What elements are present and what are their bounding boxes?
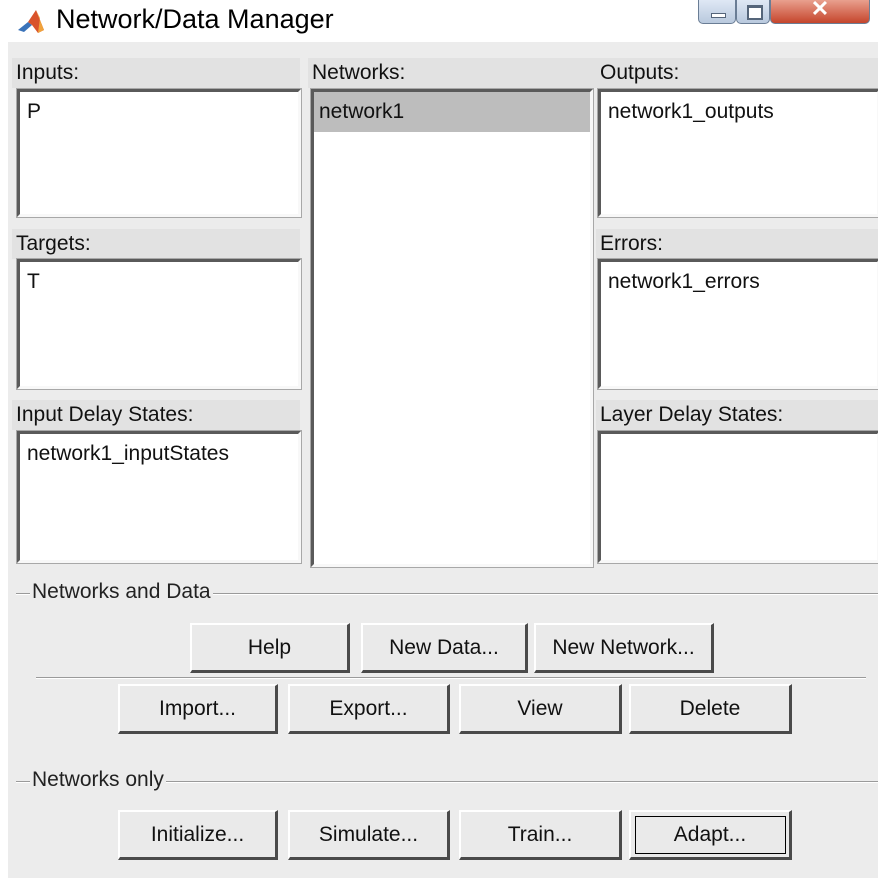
layer-delay-states-label: Layer Delay States: bbox=[596, 400, 878, 430]
inputs-label: Inputs: bbox=[12, 58, 300, 88]
errors-item[interactable]: network1_errors bbox=[608, 270, 760, 294]
networks-and-data-label: Networks and Data bbox=[30, 580, 213, 604]
networks-label: Networks: bbox=[308, 58, 596, 88]
targets-listbox[interactable]: T bbox=[17, 259, 301, 389]
networks-item-selected[interactable]: network1 bbox=[314, 92, 590, 132]
networks-listbox[interactable]: network1 bbox=[311, 89, 593, 567]
networks-only-label: Networks only bbox=[30, 768, 166, 792]
minimize-button[interactable] bbox=[698, 0, 736, 24]
close-icon: ✕ bbox=[810, 0, 830, 21]
export-button[interactable]: Export... bbox=[288, 684, 450, 734]
close-button[interactable]: ✕ bbox=[770, 0, 870, 24]
train-button[interactable]: Train... bbox=[459, 810, 622, 860]
errors-label: Errors: bbox=[596, 229, 878, 259]
input-delay-states-listbox[interactable]: network1_inputStates bbox=[17, 431, 301, 563]
outputs-item[interactable]: network1_outputs bbox=[608, 100, 774, 124]
simulate-button[interactable]: Simulate... bbox=[288, 810, 450, 860]
maximize-button[interactable] bbox=[736, 0, 770, 24]
input-delay-states-label: Input Delay States: bbox=[12, 400, 300, 430]
view-button[interactable]: View bbox=[459, 684, 622, 734]
targets-item[interactable]: T bbox=[27, 270, 40, 294]
new-network-button[interactable]: New Network... bbox=[534, 623, 714, 673]
adapt-button[interactable]: Adapt... bbox=[629, 810, 792, 860]
targets-label: Targets: bbox=[12, 229, 300, 259]
new-data-button[interactable]: New Data... bbox=[361, 623, 528, 673]
inputs-listbox[interactable]: P bbox=[17, 89, 301, 217]
outputs-listbox[interactable]: network1_outputs bbox=[598, 89, 878, 217]
import-button[interactable]: Import... bbox=[118, 684, 278, 734]
title-bar: Network/Data Manager ✕ bbox=[0, 0, 878, 42]
delete-button[interactable]: Delete bbox=[629, 684, 792, 734]
inputs-item[interactable]: P bbox=[27, 100, 41, 124]
window-title: Network/Data Manager bbox=[56, 4, 334, 34]
initialize-button[interactable]: Initialize... bbox=[118, 810, 278, 860]
input-delay-states-item[interactable]: network1_inputStates bbox=[27, 442, 229, 466]
layer-delay-states-listbox[interactable] bbox=[598, 431, 878, 563]
outputs-label: Outputs: bbox=[596, 58, 878, 88]
help-button[interactable]: Help bbox=[190, 623, 350, 673]
matlab-logo-icon bbox=[18, 10, 44, 33]
button-row-divider bbox=[36, 677, 866, 679]
errors-listbox[interactable]: network1_errors bbox=[598, 259, 878, 389]
